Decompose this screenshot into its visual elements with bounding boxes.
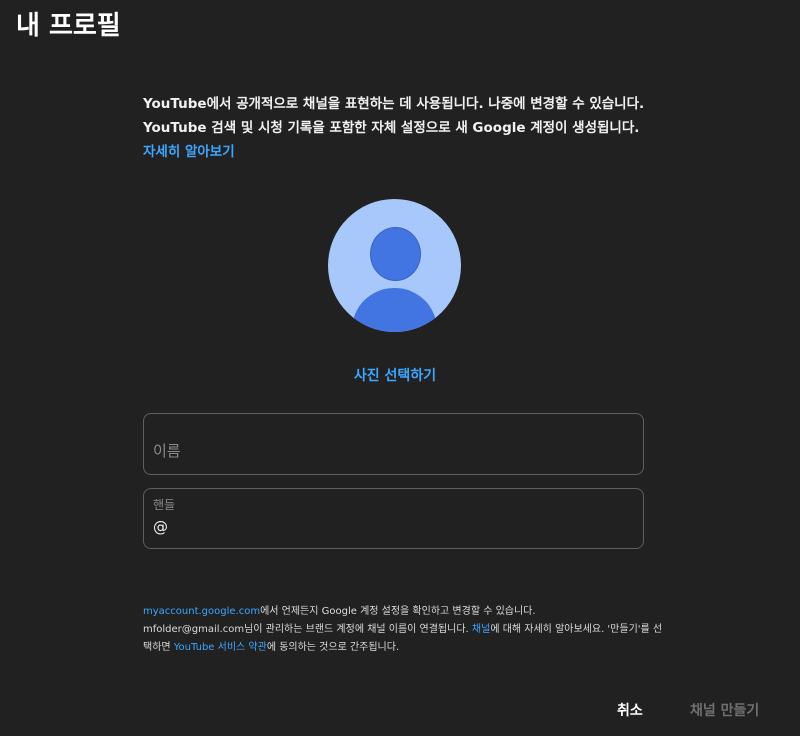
fine-print-text-2a: mfolder@gmail.com님이 관리하는 브랜드 계정에 채널 이름이 …	[143, 624, 472, 635]
handle-prefix: @	[153, 518, 168, 536]
create-channel-button[interactable]: 채널 만들기	[690, 700, 759, 720]
myaccount-link[interactable]: myaccount.google.com	[143, 606, 260, 617]
default-profile-avatar-icon	[328, 199, 461, 332]
intro-text: YouTube에서 공개적으로 채널을 표현하는 데 사용됩니다. 나중에 변경…	[143, 92, 653, 164]
fine-print-line-1: myaccount.google.com에서 언제든지 Google 계정 설정…	[143, 603, 663, 621]
select-photo-button[interactable]: 사진 선택하기	[0, 365, 790, 385]
terms-of-service-link[interactable]: YouTube 서비스 약관	[174, 642, 267, 653]
create-channel-dialog: 내 프로필 YouTube에서 공개적으로 채널을 표현하는 데 사용됩니다. …	[0, 0, 800, 736]
fine-print-line-2: mfolder@gmail.com님이 관리하는 브랜드 계정에 채널 이름이 …	[143, 621, 663, 657]
fine-print-text-1: 에서 언제든지 Google 계정 설정을 확인하고 변경할 수 있습니다.	[260, 606, 536, 617]
handle-field[interactable]: 핸들 @	[143, 488, 644, 549]
cancel-button[interactable]: 취소	[617, 700, 643, 720]
dialog-title: 내 프로필	[16, 11, 121, 41]
avatar-head-shape	[370, 227, 421, 281]
intro-description: YouTube에서 공개적으로 채널을 표현하는 데 사용됩니다. 나중에 변경…	[143, 96, 645, 136]
avatar-body-shape	[352, 288, 437, 332]
name-input[interactable]	[153, 442, 623, 460]
handle-label: 핸들	[153, 498, 176, 512]
learn-more-link[interactable]: 자세히 알아보기	[143, 144, 235, 160]
fine-print: myaccount.google.com에서 언제든지 Google 계정 설정…	[143, 603, 663, 657]
channel-link[interactable]: 채널	[472, 624, 490, 635]
handle-input[interactable]	[170, 518, 620, 536]
name-field[interactable]	[143, 413, 644, 475]
fine-print-text-2c: 에 동의하는 것으로 간주됩니다.	[266, 642, 400, 653]
